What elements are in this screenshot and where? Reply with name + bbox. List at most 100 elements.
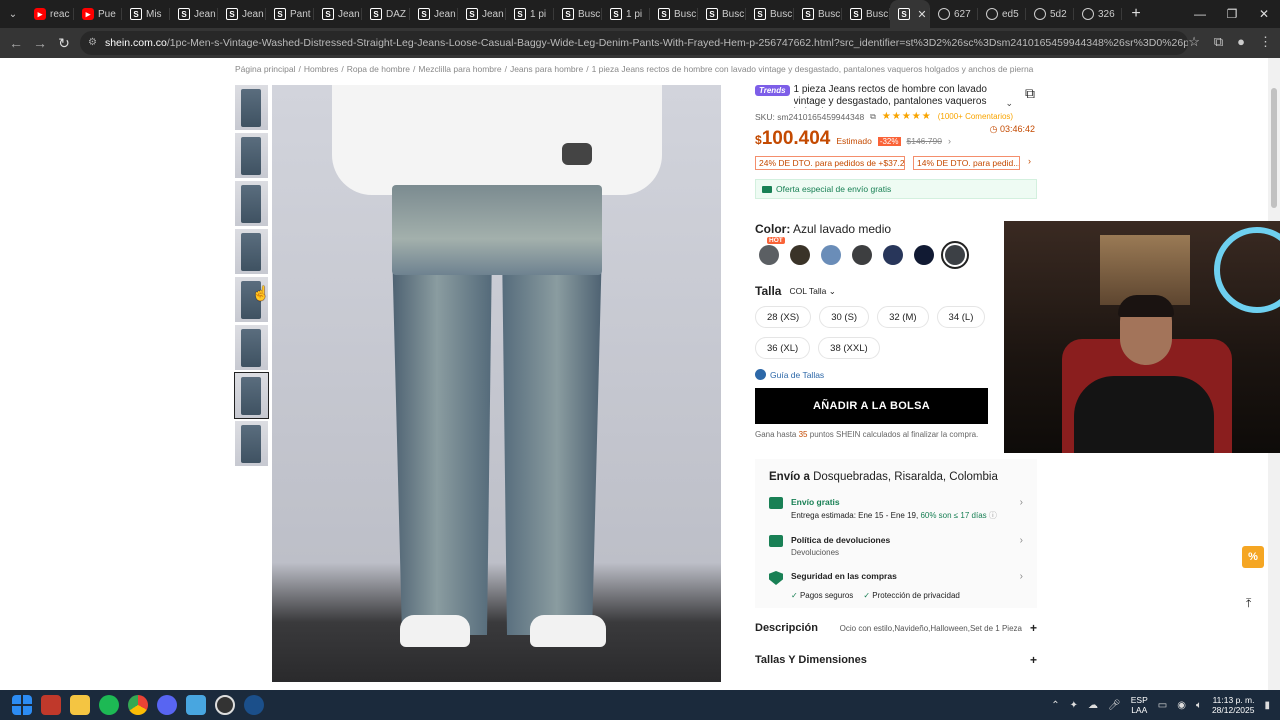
steam-icon[interactable] bbox=[244, 695, 264, 715]
url-input[interactable]: ⚙ shein.com.co/1pc-Men-s-Vintage-Washed-… bbox=[80, 31, 1188, 55]
promo-coupon[interactable]: 14% DE DTO. para pedid... bbox=[913, 156, 1020, 170]
mic-icon[interactable]: 🎤︎ bbox=[1108, 700, 1121, 711]
browser-tab[interactable]: S Busc bbox=[794, 0, 842, 28]
browser-tab[interactable]: 627 bbox=[930, 0, 978, 28]
thumbnail[interactable] bbox=[235, 133, 268, 178]
chevron-right-icon[interactable]: › bbox=[1020, 535, 1023, 546]
tab-search-icon[interactable]: ⌄ bbox=[0, 0, 26, 28]
notifications-icon[interactable]: ▮ bbox=[1264, 700, 1270, 711]
monitor-icon[interactable]: ▭ bbox=[1158, 700, 1167, 711]
browser-tab[interactable]: S Jean bbox=[170, 0, 218, 28]
browser-tab[interactable]: S Busc bbox=[842, 0, 890, 28]
thumbnail[interactable] bbox=[235, 229, 268, 274]
thumbnail[interactable] bbox=[235, 85, 268, 130]
size-option[interactable]: 38 (XXL) bbox=[818, 337, 880, 359]
notepad-icon[interactable] bbox=[186, 695, 206, 715]
system-clock[interactable]: 11:13 p. m. 28/12/2025 bbox=[1212, 695, 1255, 715]
back-icon[interactable]: ← bbox=[4, 35, 28, 51]
chrome-icon[interactable] bbox=[128, 695, 148, 715]
browser-tab-active[interactable]: S ✕ bbox=[890, 0, 930, 28]
restore-icon[interactable]: ❐ bbox=[1216, 0, 1248, 28]
browser-tab[interactable]: S Busc bbox=[650, 0, 698, 28]
returns-row[interactable]: Política de devoluciones Devoluciones › bbox=[769, 535, 1023, 557]
site-info-icon[interactable]: ⚙ bbox=[88, 37, 97, 49]
chevron-right-icon[interactable]: › bbox=[948, 136, 951, 146]
minimize-icon[interactable]: — bbox=[1184, 0, 1216, 28]
copy-icon[interactable]: ⧉ bbox=[870, 112, 876, 122]
security-row[interactable]: Seguridad en las compras › bbox=[769, 571, 1023, 585]
add-to-bag-button[interactable]: AÑADIR A LA BOLSA bbox=[755, 388, 988, 424]
thumbnail[interactable] bbox=[235, 181, 268, 226]
browser-tab[interactable]: ▸ reac bbox=[26, 0, 74, 28]
tray-app-icon[interactable]: ✦ bbox=[1070, 700, 1078, 711]
description-accordion[interactable]: Descripción Ocio con estilo,Navideño,Hal… bbox=[755, 620, 1037, 636]
shipping-title[interactable]: Envío a Dosquebradas, Risaralda, Colombi… bbox=[769, 471, 1023, 483]
new-tab-button[interactable]: + bbox=[1122, 5, 1150, 23]
close-icon[interactable]: ✕ bbox=[914, 8, 930, 21]
chevron-right-icon[interactable]: › bbox=[1020, 571, 1023, 582]
browser-tab[interactable]: S Jean bbox=[218, 0, 266, 28]
breadcrumb-link[interactable]: Hombres bbox=[304, 64, 338, 74]
chevron-right-icon[interactable]: › bbox=[1028, 156, 1031, 170]
browser-tab[interactable]: ▸ Pue bbox=[74, 0, 122, 28]
size-option[interactable]: 36 (XL) bbox=[755, 337, 811, 359]
volume-icon[interactable]: 🔈︎ bbox=[1196, 700, 1202, 711]
color-swatch[interactable] bbox=[852, 245, 872, 265]
color-swatch[interactable] bbox=[821, 245, 841, 265]
obs-icon[interactable] bbox=[215, 695, 235, 715]
reviews-count[interactable]: (1000+ Comentarios) bbox=[938, 112, 1013, 121]
breadcrumb-link[interactable]: 1 pieza Jeans rectos de hombre con lavad… bbox=[592, 64, 1035, 74]
size-guide-link[interactable]: Guía de Tallas bbox=[755, 369, 1037, 380]
app-icon[interactable] bbox=[41, 695, 61, 715]
chevron-down-icon[interactable]: ⌄ bbox=[1005, 98, 1013, 109]
tray-cloud-icon[interactable]: ☁ bbox=[1088, 700, 1098, 711]
browser-tab[interactable]: S Busc bbox=[554, 0, 602, 28]
reload-icon[interactable]: ↻ bbox=[52, 35, 76, 52]
size-option[interactable]: 28 (XS) bbox=[755, 306, 812, 328]
thumbnail-selected[interactable] bbox=[234, 372, 269, 419]
plus-icon[interactable]: + bbox=[1030, 653, 1037, 667]
bookmark-star-icon[interactable]: ☆ bbox=[1188, 34, 1200, 50]
back-to-top-icon[interactable]: ⤒ bbox=[1246, 596, 1251, 611]
free-shipping-row[interactable]: Envío gratis Entrega estimada: Ene 15 - … bbox=[769, 497, 1023, 521]
browser-menu-icon[interactable]: ⋮ bbox=[1259, 34, 1272, 50]
browser-tab[interactable]: S Jean bbox=[458, 0, 506, 28]
sizes-accordion[interactable]: Tallas Y Dimensiones + bbox=[755, 652, 1037, 668]
coupon-float-icon[interactable]: % bbox=[1242, 546, 1264, 568]
breadcrumb-link[interactable]: Mezclilla para hombre bbox=[418, 64, 501, 74]
extensions-icon[interactable]: ⧉ bbox=[1214, 34, 1223, 50]
tray-chevron-up-icon[interactable]: ⌃ bbox=[1051, 700, 1059, 711]
thumbnail[interactable] bbox=[235, 325, 268, 370]
browser-tab[interactable]: S Mis bbox=[122, 0, 170, 28]
breadcrumb-link[interactable]: Ropa de hombre bbox=[347, 64, 410, 74]
browser-tab[interactable]: S Busc bbox=[698, 0, 746, 28]
language-indicator[interactable]: ESP LAA bbox=[1131, 695, 1148, 715]
size-option[interactable]: 34 (L) bbox=[936, 306, 986, 328]
close-window-icon[interactable]: ✕ bbox=[1248, 0, 1280, 28]
browser-tab[interactable]: S 1 pi bbox=[506, 0, 554, 28]
color-swatch[interactable]: HOT bbox=[759, 237, 785, 265]
color-swatch[interactable] bbox=[883, 245, 903, 265]
browser-tab[interactable]: ed5 bbox=[978, 0, 1026, 28]
browser-tab[interactable]: 326 bbox=[1074, 0, 1122, 28]
plus-icon[interactable]: + bbox=[1030, 621, 1037, 635]
browser-tab[interactable]: S Jean bbox=[314, 0, 362, 28]
breadcrumb-link[interactable]: Página principal bbox=[235, 64, 295, 74]
forward-icon[interactable]: → bbox=[28, 35, 52, 51]
color-swatch[interactable] bbox=[790, 245, 810, 265]
browser-tab[interactable]: 5d2 bbox=[1026, 0, 1074, 28]
profile-icon[interactable]: ● bbox=[1237, 34, 1245, 50]
size-option[interactable]: 30 (S) bbox=[819, 306, 870, 328]
product-main-image[interactable] bbox=[272, 85, 721, 682]
chevron-right-icon[interactable]: › bbox=[1020, 497, 1023, 508]
size-option[interactable]: 32 (M) bbox=[877, 306, 929, 328]
size-system-dropdown[interactable]: COL Talla ⌄ bbox=[789, 286, 835, 297]
breadcrumb-link[interactable]: Jeans para hombre bbox=[510, 64, 583, 74]
spotify-icon[interactable] bbox=[99, 695, 119, 715]
thumbnail[interactable] bbox=[235, 421, 268, 466]
browser-tab[interactable]: S Busc bbox=[746, 0, 794, 28]
browser-tab[interactable]: S 1 pi bbox=[602, 0, 650, 28]
color-swatch[interactable] bbox=[914, 245, 934, 265]
browser-tab[interactable]: S DAZ bbox=[362, 0, 410, 28]
discord-icon[interactable] bbox=[157, 695, 177, 715]
